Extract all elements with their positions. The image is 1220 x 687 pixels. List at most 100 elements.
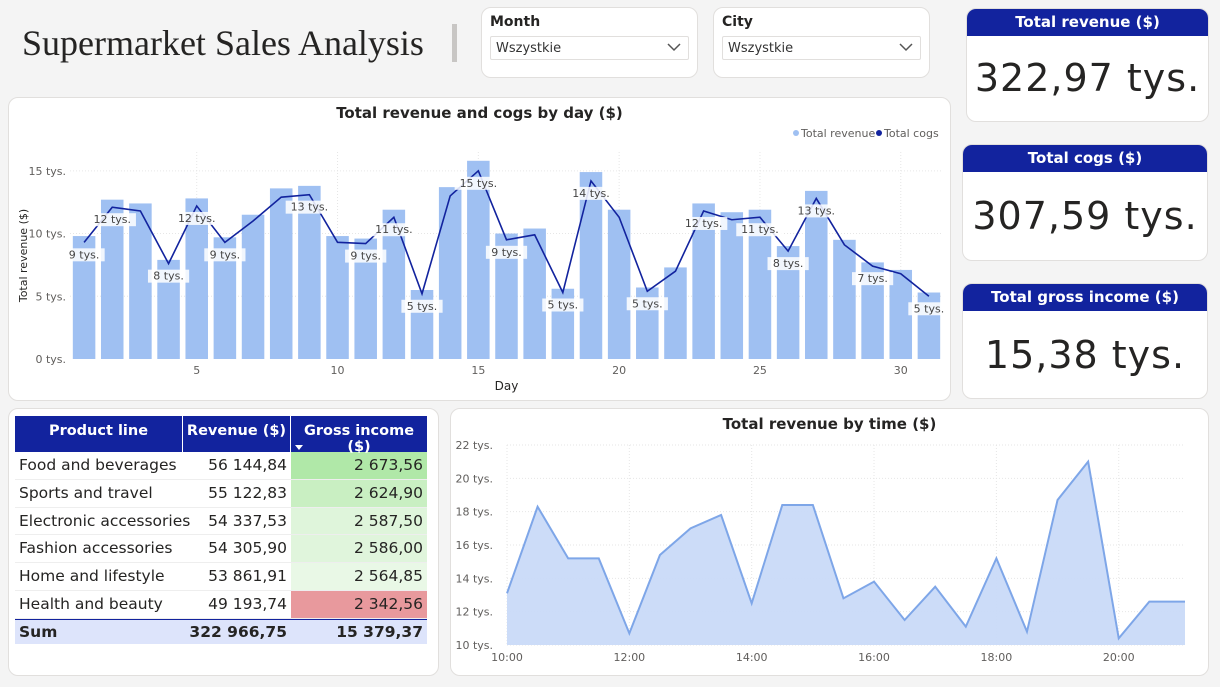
- data-label: 12 tys.: [178, 212, 216, 225]
- product-line-cell: Health and beauty: [19, 594, 163, 613]
- y-tick-label: 15 tys.: [28, 165, 66, 178]
- data-label: 5 tys.: [407, 300, 438, 313]
- data-label: 14 tys.: [572, 187, 610, 200]
- kpi-total-cogs: Total cogs ($) 307,59 tys.: [962, 144, 1208, 261]
- kpi-title: Total cogs ($): [963, 145, 1207, 172]
- product-line-cell: Food and beverages: [19, 456, 177, 474]
- product-line-cell: Home and lifestyle: [19, 567, 165, 586]
- city-dropdown-value: Wszystkie: [728, 41, 794, 56]
- product-line-cell: Fashion accessories: [19, 539, 173, 558]
- y-tick-label: 5 tys.: [35, 290, 66, 303]
- x-tick-label: 18:00: [981, 651, 1013, 664]
- header-product-line[interactable]: Product line: [15, 416, 183, 452]
- header-revenue[interactable]: Revenue ($): [183, 416, 291, 452]
- page-title: Supermarket Sales Analysis: [22, 23, 424, 63]
- x-tick-label: 10:00: [491, 651, 523, 664]
- y-tick-label: 0 tys.: [35, 353, 66, 366]
- revenue-cell: 49 193,74: [208, 594, 287, 613]
- data-label: 13 tys.: [798, 204, 836, 217]
- x-tick-label: 25: [753, 364, 767, 377]
- product-table: Product line Revenue ($) Gross income ($…: [15, 416, 427, 644]
- gross-income-cell: 2 587,50: [291, 507, 427, 535]
- sort-desc-icon: [295, 445, 303, 450]
- data-label: 15 tys.: [460, 177, 498, 190]
- month-dropdown-value: Wszystkie: [496, 41, 562, 56]
- kpi-value: 322,97 tys.: [974, 56, 1201, 100]
- data-label: 9 tys.: [69, 248, 100, 261]
- data-label: 11 tys.: [741, 223, 779, 236]
- header-gross-income[interactable]: Gross income ($): [291, 416, 427, 455]
- y-tick-label: 10 tys.: [28, 228, 66, 241]
- revenue-cell: 53 861,91: [208, 567, 287, 586]
- gross-income-cell: 2 624,90: [291, 479, 427, 507]
- kpi-total-revenue: Total revenue ($) 322,97 tys.: [966, 8, 1209, 122]
- kpi-total-gross-income: Total gross income ($) 15,38 tys.: [962, 283, 1208, 399]
- revenue-bar: [664, 267, 687, 359]
- sum-gross-income: 15 379,37: [336, 622, 423, 641]
- x-tick-label: 20: [612, 364, 626, 377]
- product-line-cell: Sports and travel: [19, 483, 153, 502]
- gross-income-cell: 2 586,00: [291, 535, 427, 563]
- data-label: 9 tys.: [210, 248, 241, 261]
- legend-label: Total cogs: [883, 127, 939, 140]
- table-row[interactable]: Home and lifestyle 53 861,91 2 564,85: [15, 563, 427, 591]
- city-slicer: City Wszystkie: [713, 7, 930, 78]
- y-tick-label: 22 tys.: [455, 439, 493, 452]
- gross-income-cell: 2 673,56: [291, 452, 427, 479]
- city-slicer-label: City: [722, 14, 753, 30]
- data-label: 8 tys.: [773, 257, 804, 270]
- y-tick-label: 18 tys.: [455, 506, 493, 519]
- sum-revenue: 322 966,75: [189, 622, 287, 641]
- gross-income-cell: 2 342,56: [291, 590, 427, 618]
- title-divider: [452, 24, 457, 62]
- x-tick-label: 5: [193, 364, 200, 377]
- x-tick-label: 12:00: [613, 651, 645, 664]
- legend-marker-revenue: [793, 130, 799, 136]
- x-tick-label: 30: [894, 364, 908, 377]
- x-tick-label: 10: [331, 364, 345, 377]
- table-body: Food and beverages 56 144,84 2 673,56 Sport…: [15, 452, 427, 619]
- data-label: 11 tys.: [375, 223, 413, 236]
- kpi-value: 307,59 tys.: [972, 194, 1198, 238]
- revenue-bar: [833, 239, 856, 359]
- revenue-by-time-chart: 10 tys. 12 tys. 14 tys. 16 tys. 18 tys. 20 ty…: [455, 439, 1185, 664]
- revenue-cell: 56 144,84: [208, 456, 287, 474]
- y-tick-label: 14 tys.: [455, 572, 493, 585]
- sum-label: Sum: [19, 622, 58, 641]
- month-dropdown[interactable]: Wszystkie: [490, 36, 689, 60]
- table-header: Product line Revenue ($) Gross income ($…: [15, 416, 427, 455]
- data-label: 12 tys.: [685, 217, 723, 230]
- table-row[interactable]: Fashion accessories 54 305,90 2 586,00: [15, 535, 427, 564]
- y-tick-label: 16 tys.: [455, 539, 493, 552]
- x-axis-title: Day: [495, 379, 519, 393]
- city-dropdown[interactable]: Wszystkie: [722, 36, 921, 60]
- data-label: 9 tys.: [491, 246, 522, 259]
- revenue-area: [507, 461, 1185, 645]
- data-label: 5 tys.: [632, 297, 663, 310]
- gross-income-cell: 2 564,85: [291, 563, 427, 590]
- x-tick-label: 20:00: [1103, 651, 1135, 664]
- revenue-cell: 54 305,90: [208, 539, 287, 558]
- month-slicer-label: Month: [490, 14, 541, 30]
- table-row[interactable]: Electronic accessories 54 337,53 2 587,50: [15, 507, 427, 536]
- revenue-cell: 54 337,53: [208, 511, 287, 530]
- revenue-bar: [241, 214, 265, 359]
- data-label: 9 tys.: [350, 250, 381, 263]
- revenue-bar: [438, 187, 462, 359]
- data-label: 7 tys.: [857, 272, 888, 285]
- data-label: 8 tys.: [153, 270, 184, 283]
- revenue-bar: [607, 209, 631, 359]
- table-row[interactable]: Sports and travel 55 122,83 2 624,90: [15, 479, 427, 508]
- table-sum-row: Sum 322 966,75 15 379,37: [15, 618, 427, 644]
- legend-marker-cogs: [876, 130, 882, 136]
- y-axis-title: Total revenue ($): [17, 209, 30, 303]
- month-slicer: Month Wszystkie: [481, 7, 698, 78]
- x-tick-label: 16:00: [858, 651, 890, 664]
- revenue-cogs-by-day-chart: 0 tys. 5 tys. 10 tys. 15 tys. 5 10 15 20 25 30 9 t…: [17, 127, 950, 393]
- data-label: 5 tys.: [548, 299, 579, 312]
- table-row[interactable]: Food and beverages 56 144,84 2 673,56: [15, 452, 427, 480]
- kpi-title: Total revenue ($): [967, 9, 1208, 36]
- table-row[interactable]: Health and beauty 49 193,74 2 342,56: [15, 590, 427, 619]
- header-gross-income-label: Gross income ($): [303, 423, 415, 455]
- y-tick-label: 12 tys.: [455, 606, 493, 619]
